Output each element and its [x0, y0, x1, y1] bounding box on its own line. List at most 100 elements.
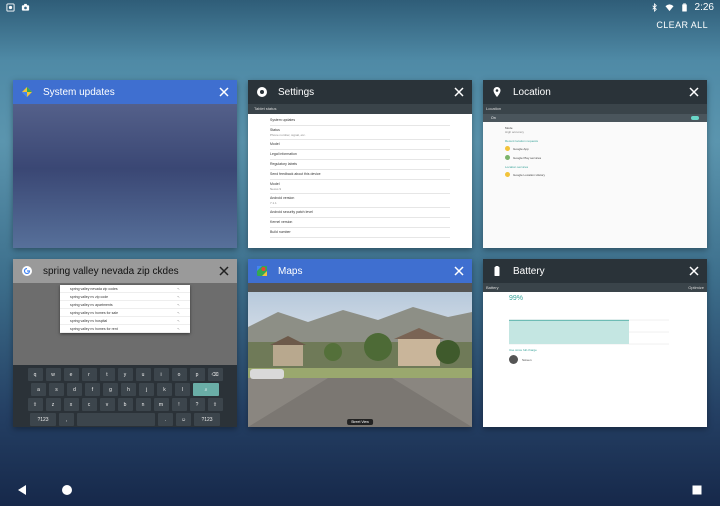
- key: l: [175, 383, 190, 396]
- recent-card-battery[interactable]: Battery Battery Optimize 99% Use since f…: [483, 259, 707, 427]
- settings-item: Regulatory labels: [270, 160, 450, 170]
- list-item: Google Play services: [483, 153, 707, 162]
- card-title: Settings: [278, 86, 315, 98]
- battery-icon: [681, 2, 687, 12]
- key: v: [99, 398, 115, 411]
- battery-toolbar: Battery Optimize: [483, 283, 707, 292]
- card-header: System updates: [13, 80, 237, 104]
- recent-card-chrome[interactable]: spring valley nevada zip ckdes spring va…: [13, 259, 237, 427]
- card-preview: spring valley nevada zip codes ↖ spring v…: [13, 283, 237, 427]
- card-preview: Battery Optimize 99% Use since full char…: [483, 283, 707, 427]
- battery-level-text: 99%: [509, 295, 524, 302]
- close-icon[interactable]: [217, 85, 231, 99]
- wifi-icon: [664, 3, 674, 11]
- recents-icon[interactable]: [691, 484, 703, 496]
- usage-item-label: Screen: [522, 357, 532, 362]
- key: j: [139, 383, 154, 396]
- location-pin-icon: [490, 85, 504, 99]
- card-header: Battery: [483, 259, 707, 283]
- location-toggle: [691, 116, 699, 120]
- screen-icon: [509, 355, 518, 364]
- list-item: Google Location History: [483, 170, 707, 179]
- mode-value: High accuracy: [505, 130, 525, 134]
- back-icon[interactable]: [16, 484, 28, 496]
- key: q: [27, 368, 43, 381]
- settings-item: System updates: [270, 116, 450, 126]
- card-title: Maps: [278, 265, 303, 277]
- card-title: spring valley nevada zip ckdes: [43, 265, 179, 277]
- key: u: [135, 368, 151, 381]
- recent-card-maps[interactable]: Maps Street View: [248, 259, 472, 427]
- suggestion-item: spring valley nv hospital ↖: [60, 317, 190, 325]
- settings-item: Model: [270, 140, 450, 150]
- keyboard-row: q w e r t y u i o p ⌫: [17, 368, 233, 381]
- suggestion-item: spring valley nv homes for sale ↖: [60, 309, 190, 317]
- recent-requests-header: Recent location requests: [505, 139, 539, 143]
- settings-item: Status Phone number, signal, etc.: [270, 126, 450, 140]
- home-icon[interactable]: [61, 484, 73, 496]
- key: a: [31, 383, 46, 396]
- location-services-header: Location services: [505, 165, 529, 169]
- close-icon[interactable]: [452, 264, 466, 278]
- recent-card-location[interactable]: Location Location On Mode High accuracy …: [483, 80, 707, 248]
- settings-notification-icon: [6, 2, 15, 12]
- key: i: [153, 368, 169, 381]
- google-icon: [505, 172, 510, 177]
- location-switch-label: On: [491, 116, 496, 120]
- key: n: [135, 398, 151, 411]
- emoji-key: ☺: [176, 413, 191, 426]
- system-update-icon: [20, 85, 34, 99]
- maps-icon: [255, 264, 269, 278]
- key: k: [157, 383, 172, 396]
- keyboard-row: ?123 , . ☺ ?123: [17, 413, 233, 426]
- key: z: [45, 398, 61, 411]
- location-toolbar: Location: [483, 104, 707, 114]
- close-icon[interactable]: [687, 85, 701, 99]
- settings-gear-icon: [255, 85, 269, 99]
- camera-notification-icon: [21, 3, 30, 11]
- maps-topbar: [248, 283, 472, 292]
- close-icon[interactable]: [687, 264, 701, 278]
- battery-usage-chart: [509, 319, 669, 345]
- key: ,: [59, 413, 74, 426]
- key: t: [99, 368, 115, 381]
- card-header: Location: [483, 80, 707, 104]
- navigation-bar: [0, 476, 720, 506]
- symbols-key: ?123: [30, 413, 56, 426]
- google-g-icon: [20, 264, 34, 278]
- key: g: [103, 383, 118, 396]
- recent-card-system-updates[interactable]: System updates: [13, 80, 237, 248]
- space-key: [77, 413, 155, 426]
- settings-item: Android security patch level: [270, 208, 450, 218]
- card-preview: Tablet status System updates Status Phone…: [248, 104, 472, 248]
- key: b: [117, 398, 133, 411]
- location-mode: Mode High accuracy: [483, 122, 707, 136]
- card-preview: Street View: [248, 283, 472, 427]
- search-key: ⌕: [193, 383, 219, 396]
- backspace-key: ⌫: [207, 368, 223, 381]
- search-page: spring valley nevada zip codes ↖ spring v…: [13, 283, 237, 365]
- close-icon[interactable]: [217, 264, 231, 278]
- recent-card-settings[interactable]: Settings Tablet status System updates St…: [248, 80, 472, 248]
- card-header: spring valley nevada zip ckdes: [13, 259, 237, 283]
- location-switch-row: On: [483, 114, 707, 122]
- card-title: Battery: [513, 265, 545, 277]
- shift-key: ⇧: [27, 398, 43, 411]
- key: y: [117, 368, 133, 381]
- card-title: System updates: [43, 86, 115, 98]
- card-preview: Location On Mode High accuracy Recent lo…: [483, 104, 707, 248]
- settings-item: Build number: [270, 228, 450, 238]
- key: w: [45, 368, 61, 381]
- bluetooth-icon: [651, 2, 657, 12]
- usage-item: Screen: [509, 355, 532, 364]
- key: !: [171, 398, 187, 411]
- settings-item: Kernel version: [270, 218, 450, 228]
- usage-section-header: Use since full charge: [509, 348, 537, 352]
- status-time: 2:26: [694, 1, 714, 13]
- card-header: Maps: [248, 259, 472, 283]
- key: ?: [189, 398, 205, 411]
- clear-all-button[interactable]: CLEAR ALL: [656, 20, 708, 30]
- street-view-label: Street View: [347, 419, 373, 425]
- settings-item: Legal information: [270, 150, 450, 160]
- close-icon[interactable]: [452, 85, 466, 99]
